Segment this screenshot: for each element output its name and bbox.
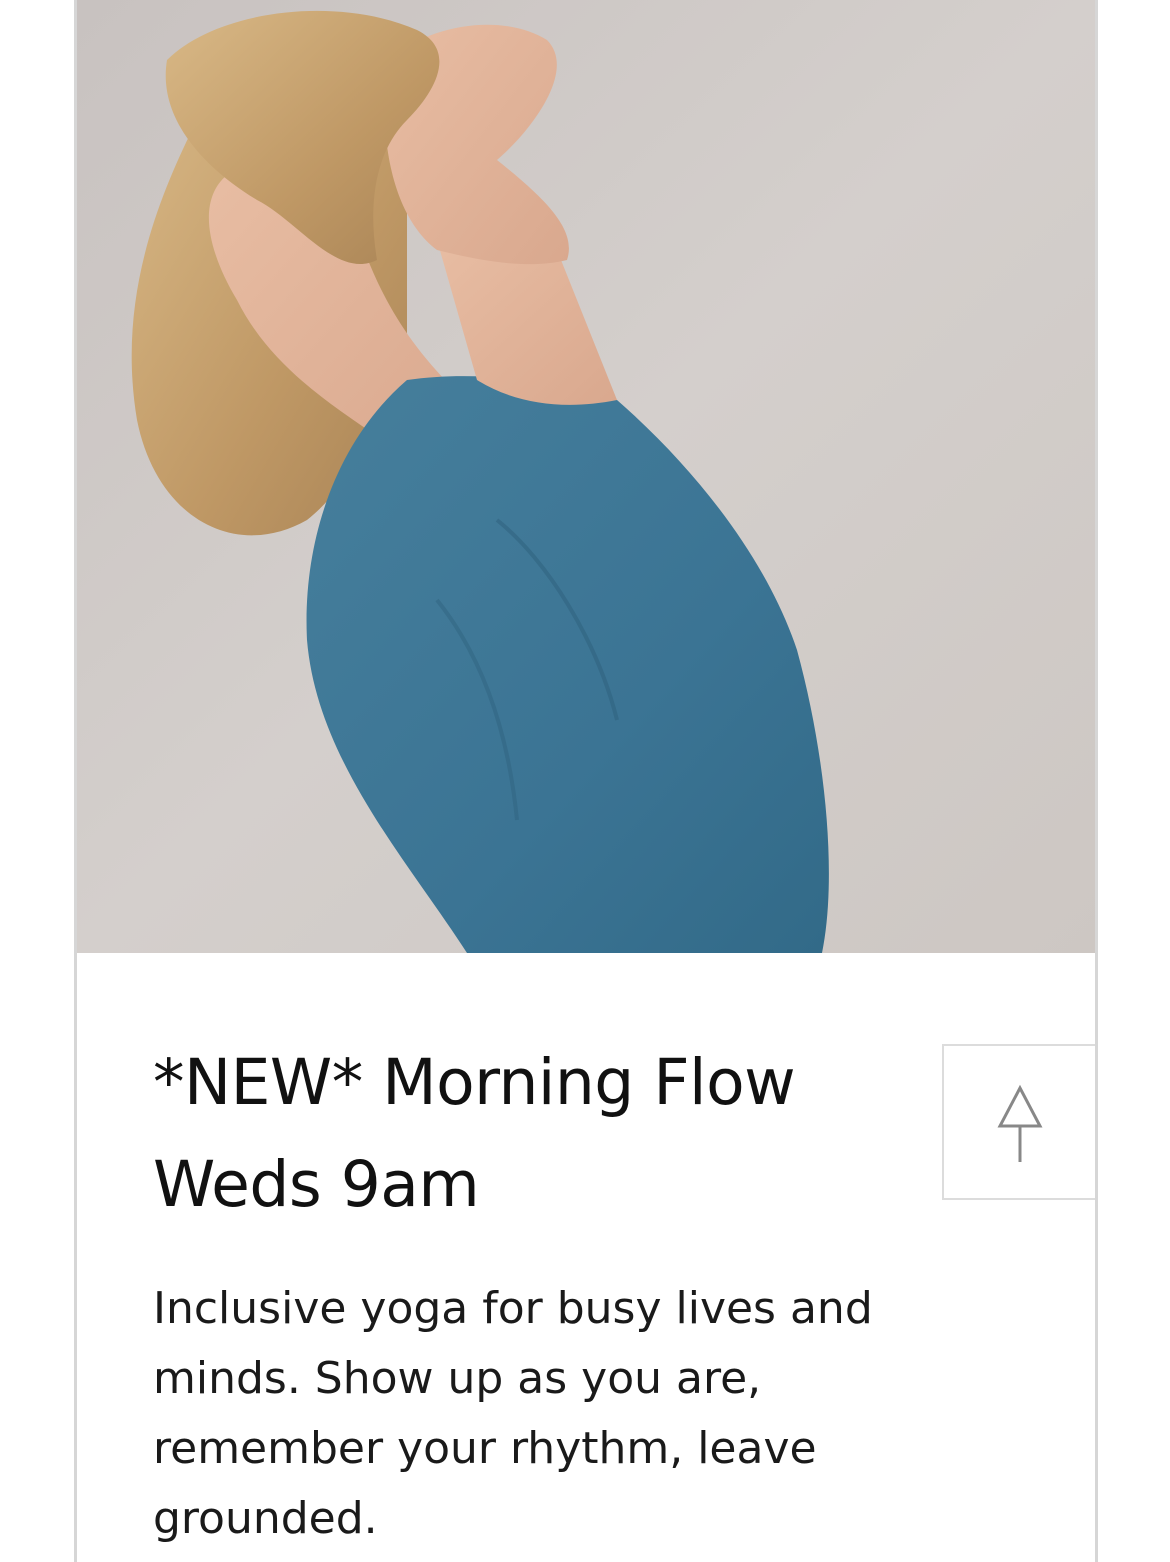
class-card[interactable]: *NEW* Morning Flow Weds 9am Inclusive yo… — [74, 0, 1098, 1562]
class-title: *NEW* Morning Flow Weds 9am — [153, 1032, 913, 1236]
arrow-up-icon — [997, 1084, 1043, 1162]
class-description: Inclusive yoga for busy lives and minds.… — [153, 1283, 873, 1544]
scroll-to-top-button[interactable] — [942, 1044, 1095, 1200]
class-title-line-1: *NEW* Morning Flow — [153, 1046, 796, 1119]
class-title-line-2: Weds 9am — [153, 1148, 480, 1221]
class-hero-image — [77, 0, 1095, 953]
yoga-instructor-photo — [77, 0, 1095, 953]
